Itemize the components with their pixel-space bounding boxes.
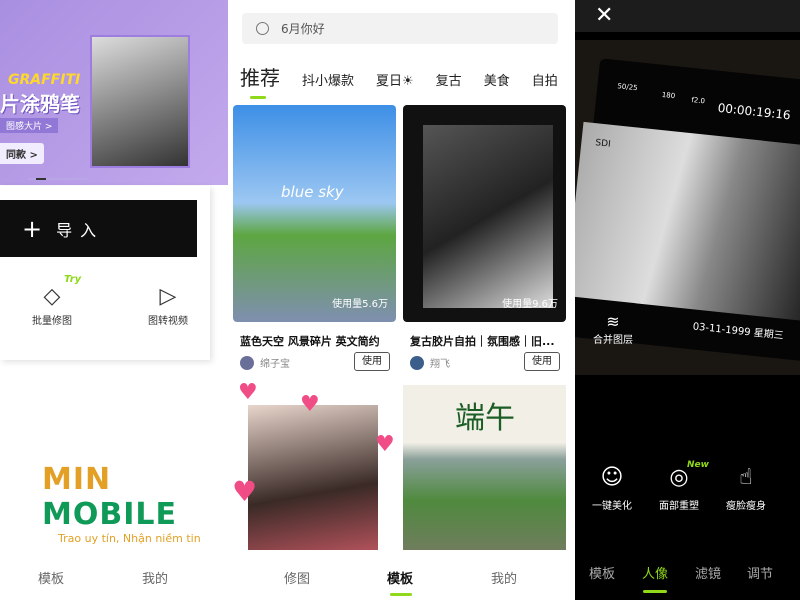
avatar [410, 355, 424, 370]
middle-panel: 6月你好 推荐 抖小爆款 夏日☀ 复古 美食 自拍 blue sky 使用量5.… [230, 0, 574, 600]
template-card[interactable]: blue sky 使用量5.6万 [233, 105, 396, 322]
image-to-video-button[interactable]: ▷ 图转视频 [128, 282, 208, 327]
usage-count: 使用量5.6万 [332, 299, 388, 310]
template-card[interactable]: 端午 [403, 385, 566, 550]
tab-selfie[interactable]: 自拍 [532, 70, 558, 89]
face-reshape-button[interactable]: ◎ 面部重塑 [649, 465, 709, 512]
heart-icon: ♥ [238, 380, 258, 405]
template-card[interactable] [248, 405, 378, 550]
tab-templates[interactable]: 模板 [589, 563, 615, 582]
template-author: 翔飞 [410, 355, 450, 370]
logo-min: MIN [42, 462, 112, 497]
author-name: 翔飞 [430, 359, 450, 370]
tab-retro[interactable]: 复古 [436, 70, 462, 89]
template-photo [423, 125, 553, 308]
tab-adjust[interactable]: 调节 [747, 563, 773, 582]
face-beautify-icon: ☺ [600, 465, 624, 490]
hud-sdi: SDI [594, 138, 612, 150]
video-icon: ▷ [159, 284, 177, 309]
tool-label: 批量修图 [32, 316, 72, 327]
tool-label: 图转视频 [148, 316, 188, 327]
hud-fps: 50/25 [617, 82, 638, 93]
category-tabs: 推荐 抖小爆款 夏日☀ 复古 美食 自拍 [240, 62, 580, 91]
right-panel: ✕ 50/25 180 f2.0 00:00:19:16 400 SDI 03-… [575, 0, 800, 600]
banner-graffiti: GRAFFITI [8, 72, 81, 88]
left-panel: GRAFFITI 片涂鸦笔 图感大片 > 同款 > + 导入 Try ◇ 批量修图 … [0, 0, 228, 600]
banner-button[interactable]: 同款 > [0, 143, 44, 164]
tab-portrait[interactable]: 人像 [642, 563, 668, 582]
slim-body-button[interactable]: ☝ 瘦脸瘦身 [716, 465, 776, 512]
template-overlay-text: 端午 [455, 401, 515, 436]
nav-templates[interactable]: 模板 [38, 568, 64, 587]
template-overlay-text: blue sky [281, 183, 344, 201]
avatar [240, 355, 254, 370]
active-nav-indicator [390, 593, 412, 596]
carousel-indicator [28, 178, 88, 180]
heart-icon: ♥ [300, 392, 320, 417]
usage-count: 使用量9.6万 [502, 299, 558, 310]
hud-iris: f2.0 [691, 96, 706, 106]
import-button[interactable]: + 导入 [0, 200, 197, 257]
logo-mobile: MOBILE [42, 497, 177, 532]
promo-banner[interactable]: GRAFFITI 片涂鸦笔 图感大片 > 同款 > [0, 0, 228, 185]
merge-layers-button[interactable]: ≋ 合并图层 [593, 312, 633, 346]
import-label: 导入 [56, 220, 105, 240]
use-template-button[interactable]: 使用 [354, 352, 390, 371]
heart-icon: ♥ [232, 475, 258, 508]
close-icon[interactable]: ✕ [595, 3, 613, 28]
template-title: 蓝色天空 风景碎片 英文简约 [240, 335, 380, 348]
batch-edit-icon: ◇ [43, 284, 61, 309]
banner-title: 片涂鸦笔 [0, 92, 80, 116]
use-template-button[interactable]: 使用 [524, 352, 560, 371]
search-icon [256, 22, 269, 35]
layers-icon: ≋ [606, 312, 620, 331]
one-click-beautify-button[interactable]: ☺ 一键美化 [582, 465, 642, 512]
nav-edit[interactable]: 修图 [284, 568, 310, 587]
active-tab-indicator [250, 96, 266, 99]
nav-templates[interactable]: 模板 [387, 568, 413, 587]
tab-douyin-hot[interactable]: 抖小爆款 [302, 70, 354, 89]
banner-subtitle: 图感大片 > [0, 118, 59, 133]
tool-label: 一键美化 [592, 501, 632, 512]
tool-label: 面部重塑 [659, 501, 699, 512]
slim-hand-icon: ☝ [739, 465, 753, 490]
merge-layers-label: 合并图层 [593, 335, 633, 346]
tab-summer[interactable]: 夏日☀ [376, 70, 414, 89]
batch-edit-button[interactable]: ◇ 批量修图 [12, 282, 92, 327]
active-tab-indicator [643, 590, 667, 593]
face-reshape-icon: ◎ [669, 465, 689, 490]
nav-mine[interactable]: 我的 [491, 568, 517, 587]
search-placeholder: 6月你好 [281, 22, 325, 36]
tool-label: 瘦脸瘦身 [726, 501, 766, 512]
author-name: 绵子宝 [260, 359, 290, 370]
photo [575, 121, 800, 321]
hud-shutter: 180 [661, 90, 676, 101]
hud-timecode: 00:00:19:16 [717, 100, 792, 123]
minmobile-logo: MIN MOBILE Trao uy tín, Nhận niềm tin [42, 462, 228, 545]
heart-icon: ♥ [375, 432, 395, 457]
nav-mine[interactable]: 我的 [142, 568, 168, 587]
template-author: 绵子宝 [240, 355, 290, 370]
template-title: 复古胶片自拍｜氛围感｜旧... [410, 335, 555, 348]
template-card[interactable]: 使用量9.6万 [403, 105, 566, 322]
tab-food[interactable]: 美食 [484, 70, 510, 89]
plus-icon: + [22, 214, 43, 243]
search-input[interactable]: 6月你好 [242, 13, 558, 44]
tab-filters[interactable]: 滤镜 [695, 563, 721, 582]
tab-recommend[interactable]: 推荐 [240, 62, 280, 91]
logo-slogan: Trao uy tín, Nhận niềm tin [58, 532, 201, 545]
hud-date: 03-11-1999 星期三 [692, 321, 785, 342]
banner-photo [90, 35, 190, 168]
